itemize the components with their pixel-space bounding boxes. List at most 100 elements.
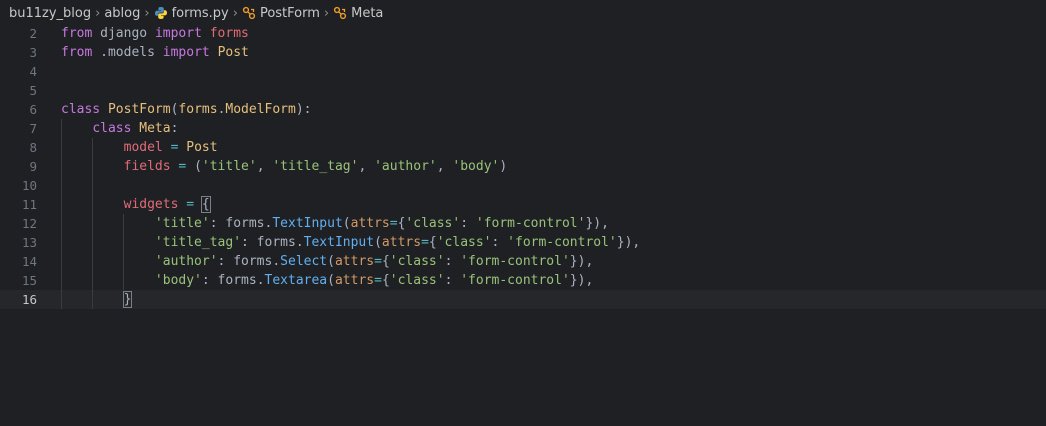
code-token: = (374, 254, 382, 269)
code-token: }), (569, 273, 594, 288)
code-token: Meta (139, 121, 171, 136)
code-line[interactable]: 5 (0, 81, 1046, 100)
chevron-right-icon: › (323, 5, 330, 21)
code-token: 'author' (154, 254, 218, 269)
code-token: 'class' (389, 254, 445, 269)
code-line[interactable]: 3 from .models import Post (0, 43, 1046, 62)
code-token: }), (569, 254, 594, 269)
code-token: : (444, 254, 461, 269)
breadcrumb-item-ablog[interactable]: ablog (104, 6, 140, 21)
code-line[interactable]: 14 'author': forms.Select(attrs={'class'… (0, 252, 1046, 271)
line-number: 11 (21, 197, 37, 212)
line-number: 7 (29, 121, 37, 136)
code-text: class Meta: (61, 119, 178, 138)
code-token: = (421, 235, 429, 250)
code-line[interactable]: 13 'title_tag': forms.TextInput(attrs={'… (0, 233, 1046, 252)
code-token: from (61, 26, 93, 41)
code-token: django (92, 26, 155, 41)
breadcrumb-label: forms.py (171, 5, 229, 21)
code-token: forms (256, 235, 296, 250)
code-token: 'form-control' (475, 216, 586, 231)
code-token: forms (178, 102, 218, 117)
breadcrumb-label: ablog (104, 5, 141, 21)
code-token: : (209, 216, 226, 231)
breadcrumb-item-forms-py[interactable]: forms.py (154, 6, 229, 21)
code-token: 'author' (374, 159, 437, 174)
code-token: 'class' (436, 235, 492, 250)
code-line[interactable]: 2 from django import forms (0, 24, 1046, 43)
code-line[interactable]: 4 (0, 62, 1046, 81)
code-token: { (200, 196, 211, 213)
code-line[interactable]: 7 class Meta: (0, 119, 1046, 138)
code-token: = (186, 197, 195, 212)
code-token: 'form-control' (460, 273, 570, 288)
code-line[interactable]: 12 'title': forms.TextInput(attrs={'clas… (0, 214, 1046, 233)
code-token: from (61, 45, 93, 60)
code-line[interactable]: 11 widgets = { (0, 195, 1046, 214)
code-token: 'body' (154, 273, 202, 288)
indent-guide (123, 214, 125, 290)
code-token: : (460, 216, 476, 231)
code-token: : (170, 121, 179, 136)
code-line[interactable]: 10 (0, 176, 1046, 195)
code-token: : (201, 273, 218, 288)
line-number: 6 (29, 102, 37, 117)
line-number: 9 (29, 159, 37, 174)
code-token: 'title' (201, 159, 257, 174)
breadcrumb-item-meta[interactable]: Meta (333, 6, 383, 21)
code-text: 'body': forms.Textarea(attrs={'class': '… (61, 271, 593, 290)
code-token: , (436, 159, 453, 174)
code-token: } (122, 291, 133, 308)
code-text: class PostForm(forms.ModelForm): (61, 100, 312, 119)
code-token: class (61, 102, 101, 117)
code-line[interactable]: 9 fields = ('title', 'title_tag', 'autho… (0, 157, 1046, 176)
code-token: ( (327, 273, 335, 288)
indent-guide (61, 119, 62, 309)
breadcrumb-item-postform[interactable]: PostForm (242, 6, 320, 21)
line-number: 12 (21, 216, 37, 231)
code-token: Post (217, 45, 249, 60)
code-token: 'class' (389, 273, 445, 288)
code-token: class (92, 121, 132, 136)
code-line[interactable]: 6 class PostForm(forms.ModelForm): (0, 100, 1046, 119)
breadcrumb-label: PostForm (259, 5, 320, 21)
code-token: . (272, 254, 281, 269)
line-number: 16 (21, 292, 37, 307)
code-editor[interactable]: 2 from django import forms 3 from .models i… (0, 24, 1046, 426)
code-token: 'title' (154, 216, 210, 231)
code-line[interactable]: 15 'body': forms.Textarea(attrs={'class'… (0, 271, 1046, 290)
chevron-right-icon: › (232, 5, 238, 21)
code-token: import (154, 26, 202, 41)
code-line[interactable]: 8 model = Post (0, 138, 1046, 157)
code-token: ( (327, 254, 335, 269)
code-token: : (217, 254, 234, 269)
line-number: 14 (21, 254, 37, 269)
code-token: ): (295, 102, 312, 117)
class-icon (333, 6, 347, 20)
code-token: Select (280, 254, 328, 269)
code-token: , (358, 159, 375, 174)
code-token: }), (585, 216, 609, 231)
code-line[interactable]: 16 } (0, 290, 1046, 309)
chevron-right-icon: › (144, 5, 150, 21)
code-token: }), (616, 235, 641, 250)
code-text: from django import forms (61, 24, 249, 43)
line-number: 13 (21, 235, 37, 250)
breadcrumb-item-bu11zy-blog[interactable]: bu11zy_blog (9, 6, 91, 21)
line-number: 8 (29, 140, 37, 155)
line-number: 4 (29, 64, 37, 79)
code-text: model = Post (61, 138, 218, 157)
code-token: attrs (334, 273, 375, 288)
code-token: , (256, 159, 273, 174)
line-number: 5 (29, 83, 37, 98)
code-token: attrs (334, 254, 375, 269)
code-token: 'title_tag' (272, 159, 359, 174)
code-token: forms (233, 254, 273, 269)
